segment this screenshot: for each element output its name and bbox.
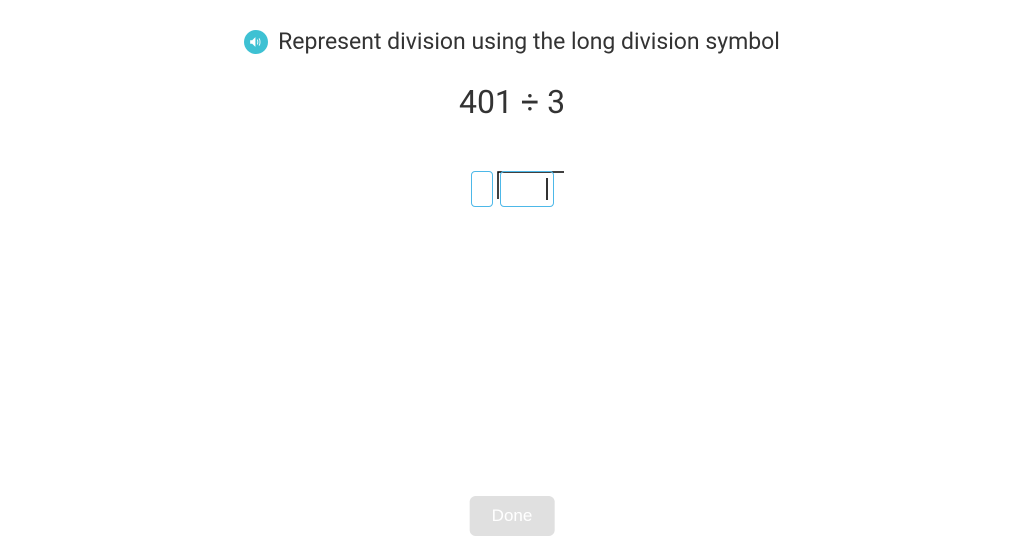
problem-expression: 401 ÷ 3 — [459, 83, 565, 121]
instruction-text: Represent division using the long divisi… — [278, 28, 780, 55]
done-button[interactable]: Done — [470, 496, 555, 536]
divisor-input[interactable] — [471, 171, 493, 207]
text-cursor — [546, 178, 548, 200]
instruction-row: Represent division using the long divisi… — [244, 28, 780, 55]
long-division-input — [471, 171, 554, 207]
sound-icon[interactable] — [244, 30, 268, 54]
dividend-container — [496, 171, 554, 207]
